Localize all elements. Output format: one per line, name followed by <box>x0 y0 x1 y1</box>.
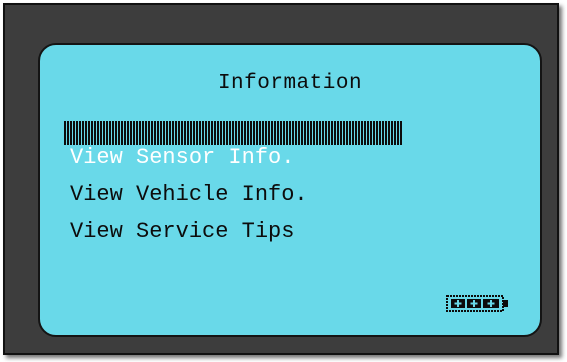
screen-title: Information <box>217 72 363 95</box>
device-frame: Information View Sensor Info. View Vehic… <box>3 3 559 355</box>
info-menu: View Sensor Info. View Vehicle Info. Vie… <box>64 121 470 244</box>
menu-item-view-vehicle-info[interactable]: View Vehicle Info. <box>70 162 470 207</box>
menu-item-label: View Service Tips <box>70 219 295 244</box>
selection-highlight <box>64 121 402 145</box>
menu-item-view-sensor-info[interactable]: View Sensor Info. <box>64 121 470 170</box>
menu-item-view-service-tips[interactable]: View Service Tips <box>70 199 470 244</box>
lcd-screen: Information View Sensor Info. View Vehic… <box>38 43 542 337</box>
battery-icon <box>446 293 510 313</box>
